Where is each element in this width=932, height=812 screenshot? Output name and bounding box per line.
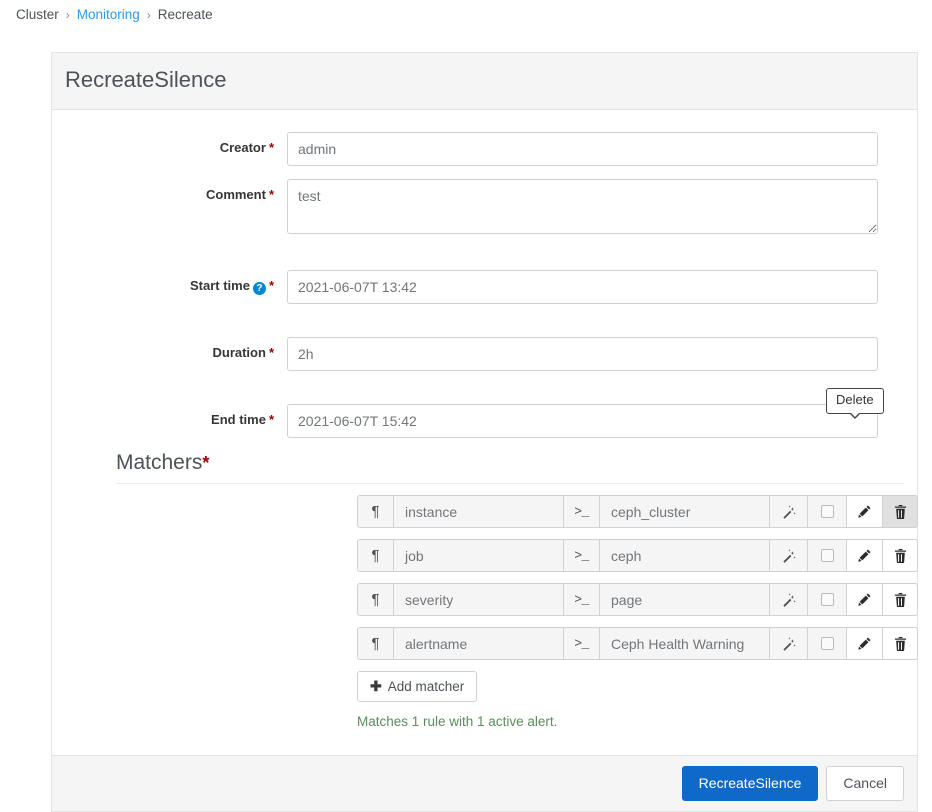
creator-input[interactable] [287, 132, 878, 167]
checkbox-box [820, 505, 834, 519]
tooltip-arrow-inner-icon [849, 411, 860, 417]
creator-label: Creator * [52, 132, 287, 155]
edit-matcher-button[interactable] [846, 627, 882, 661]
add-matcher-button[interactable]: ✚ Add matcher [357, 671, 478, 703]
delete-matcher-button[interactable] [882, 627, 918, 661]
duration-label-text: Duration [212, 345, 266, 361]
matchers-required-mark: * [202, 453, 210, 474]
matcher-status-text: Matches 1 rule with 1 active alert. [357, 714, 558, 730]
end-time-label: End time * [52, 404, 287, 427]
table-row: ¶ alertname >_ Ceph Health Warning [357, 627, 924, 661]
card-footer: RecreateSilence Cancel [52, 755, 917, 812]
form-row-start-time: Start time? * [52, 270, 917, 305]
duration-label: Duration * [52, 337, 287, 360]
form-row-duration: Duration * [52, 337, 917, 372]
matcher-name-input[interactable]: severity [393, 583, 563, 617]
terminal-icon: >_ [563, 627, 599, 661]
form-row-creator: Creator * [52, 132, 917, 167]
checkbox-box [820, 593, 834, 607]
magic-wand-icon [769, 495, 807, 529]
matchers-section-header: Matchers* [52, 451, 917, 485]
magic-wand-icon [769, 627, 807, 661]
table-row: ¶ instance >_ ceph_cluster [357, 495, 924, 529]
matcher-name-input[interactable]: instance [393, 495, 563, 529]
plus-icon: ✚ [370, 678, 382, 695]
edit-matcher-button[interactable] [846, 495, 882, 529]
start-time-label-text: Start time [189, 278, 250, 294]
matcher-value-input[interactable]: ceph_cluster [599, 495, 769, 529]
comment-required-mark: * [268, 187, 274, 203]
end-time-required-mark: * [268, 412, 274, 428]
pilcrow-icon: ¶ [357, 627, 393, 661]
comment-textarea[interactable]: test [287, 179, 878, 235]
recreate-silence-card: RecreateSilence Creator* Comment* test S… [51, 52, 918, 812]
matchers-heading-text: Matchers [116, 451, 203, 475]
breadcrumb-item-cluster: Cluster [16, 7, 59, 22]
checkbox-box [820, 549, 834, 563]
breadcrumb-item-recreate: Recreate [157, 7, 213, 22]
matcher-value-input[interactable]: ceph [599, 539, 769, 573]
checkbox-box [820, 637, 834, 651]
matchers-heading: Matchers* [116, 451, 904, 485]
matcher-list: ¶ instance >_ ceph_cluster ¶ job >_ ceph… [52, 484, 918, 661]
start-time-input[interactable] [287, 270, 878, 305]
breadcrumb: Cluster › Monitoring › Recreate [16, 7, 213, 22]
matcher-checkbox[interactable] [807, 495, 846, 529]
matcher-name-input[interactable]: job [393, 539, 563, 573]
matcher-value-input[interactable]: page [599, 583, 769, 617]
matcher-checkbox[interactable] [807, 627, 846, 661]
delete-matcher-button[interactable] [882, 539, 918, 573]
end-time-input[interactable] [287, 404, 878, 439]
breadcrumb-item-monitoring[interactable]: Monitoring [77, 7, 140, 22]
add-matcher-label: Add matcher [387, 678, 465, 694]
delete-tooltip: Delete [826, 388, 884, 419]
comment-label: Comment * [52, 179, 287, 202]
matcher-checkbox[interactable] [807, 583, 846, 617]
delete-tooltip-label: Delete [836, 392, 874, 407]
start-time-label: Start time? * [52, 270, 287, 296]
pilcrow-icon: ¶ [357, 583, 393, 617]
comment-label-text: Comment [205, 187, 266, 203]
form-row-comment: Comment * test [52, 179, 917, 237]
add-matcher-wrap: ✚ Add matcher [52, 671, 917, 703]
matcher-checkbox[interactable] [807, 539, 846, 573]
terminal-icon: >_ [563, 539, 599, 573]
terminal-icon: >_ [563, 583, 599, 617]
matcher-name-input[interactable]: alertname [393, 627, 563, 661]
pilcrow-icon: ¶ [357, 539, 393, 573]
magic-wand-icon [769, 583, 807, 617]
breadcrumb-separator-icon: › [146, 7, 151, 22]
delete-matcher-button[interactable] [882, 495, 918, 529]
recreate-silence-submit-button[interactable]: RecreateSilence [681, 766, 819, 802]
creator-required-mark: * [268, 140, 274, 156]
page-title: RecreateSilence [52, 53, 917, 111]
delete-matcher-button[interactable] [882, 583, 918, 617]
cancel-button[interactable]: Cancel [826, 766, 904, 802]
pilcrow-icon: ¶ [357, 495, 393, 529]
table-row: ¶ severity >_ page [357, 583, 924, 617]
form-row-end-time: End time * [52, 404, 917, 439]
silence-form: Creator* Comment* test Start time?* [52, 110, 918, 756]
breadcrumb-separator-icon: › [65, 7, 70, 22]
table-row: ¶ job >_ ceph [357, 539, 924, 573]
end-time-label-text: End time [211, 412, 266, 428]
terminal-icon: >_ [563, 495, 599, 529]
duration-required-mark: * [268, 345, 274, 361]
magic-wand-icon [769, 539, 807, 573]
start-time-required-mark: * [268, 278, 274, 294]
help-circle-icon[interactable]: ? [252, 282, 266, 296]
edit-matcher-button[interactable] [846, 539, 882, 573]
matcher-value-input[interactable]: Ceph Health Warning [599, 627, 769, 661]
edit-matcher-button[interactable] [846, 583, 882, 617]
creator-label-text: Creator [219, 140, 266, 156]
duration-input[interactable] [287, 337, 878, 372]
